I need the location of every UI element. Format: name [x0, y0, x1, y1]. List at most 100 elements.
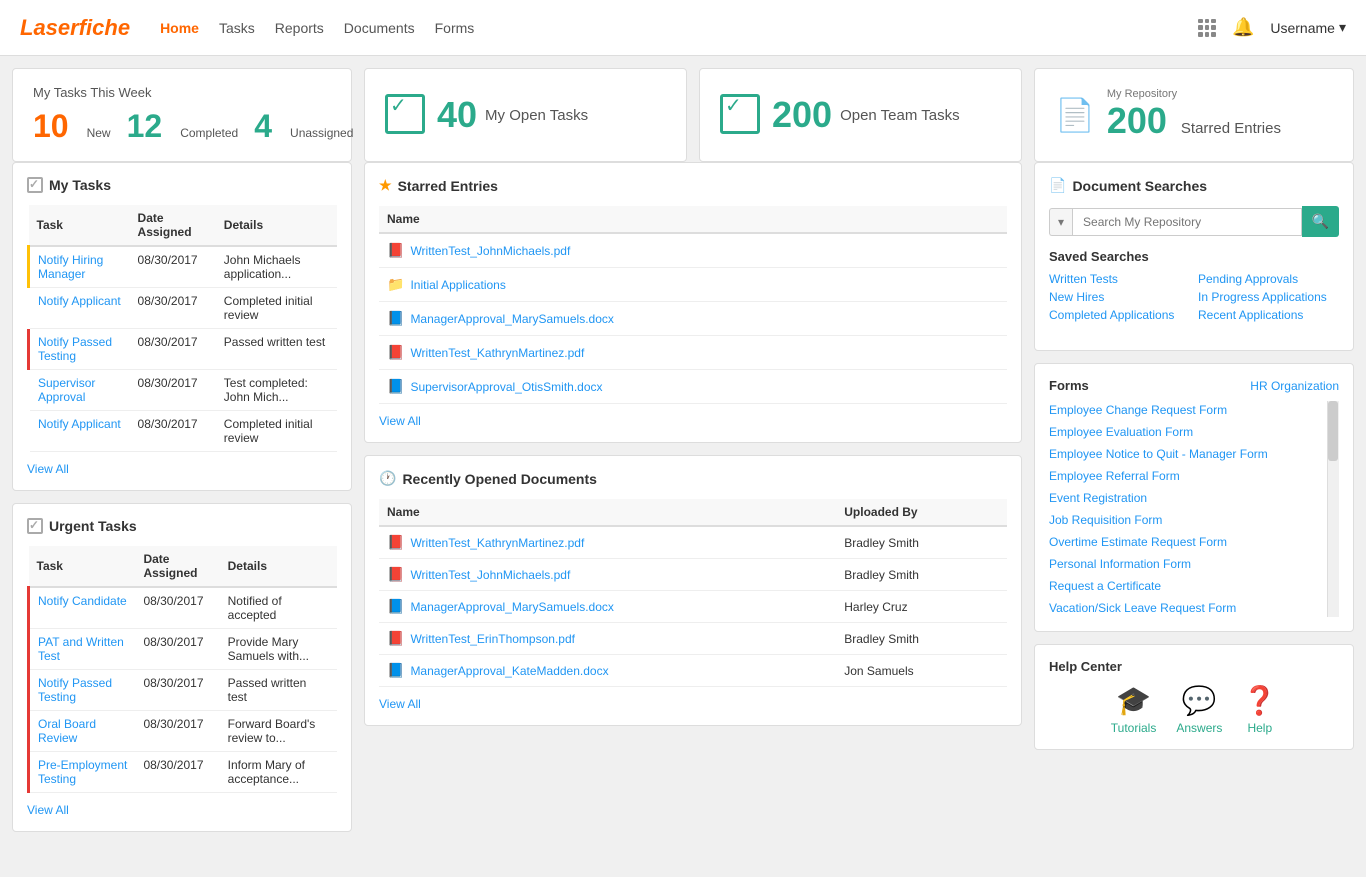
form-link[interactable]: Employee Change Request Form: [1049, 401, 1325, 419]
form-link[interactable]: Vacation/Sick Leave Request Form: [1049, 599, 1325, 617]
grid-icon[interactable]: [1198, 19, 1216, 37]
nav-home[interactable]: Home: [160, 20, 199, 36]
form-link[interactable]: Employee Evaluation Form: [1049, 423, 1325, 441]
nav-tasks[interactable]: Tasks: [219, 20, 255, 36]
recent-file-link[interactable]: 📘ManagerApproval_KateMadden.docx: [387, 662, 828, 679]
saved-search-link[interactable]: New Hires: [1049, 290, 1190, 304]
help-center-title: Help Center: [1049, 659, 1339, 674]
recent-file-link[interactable]: 📕WrittenTest_KathrynMartinez.pdf: [387, 534, 828, 551]
starred-stat-card: 📄 My Repository 200 Starred Entries: [1034, 68, 1354, 162]
starred-doc-icon: 📄: [1055, 97, 1095, 133]
task-link[interactable]: Notify Applicant: [38, 417, 121, 431]
document-searches-panel: 📄 Document Searches ▾ 🔍 Saved Searches W…: [1034, 162, 1354, 351]
task-link[interactable]: Notify Hiring Manager: [38, 253, 103, 281]
open-tasks-count: 40: [437, 94, 477, 136]
form-link[interactable]: Overtime Estimate Request Form: [1049, 533, 1325, 551]
nav-documents[interactable]: Documents: [344, 20, 415, 36]
urgent-tasks-view-all[interactable]: View All: [27, 803, 337, 817]
tutorials-help-item[interactable]: 🎓 Tutorials: [1111, 684, 1157, 735]
starred-label: Starred Entries: [1181, 120, 1281, 137]
task-link[interactable]: Pre-Employment Testing: [38, 758, 127, 786]
unassigned-count: 4: [254, 108, 272, 145]
notification-bell-icon[interactable]: 🔔: [1232, 17, 1254, 38]
search-dropdown-btn[interactable]: ▾: [1049, 208, 1072, 236]
saved-search-link[interactable]: In Progress Applications: [1198, 290, 1339, 304]
help-label: Help: [1247, 721, 1272, 735]
my-tasks-check-icon: ✓: [27, 177, 43, 193]
my-tasks-panel-title: ✓ My Tasks: [27, 177, 337, 193]
answers-help-item[interactable]: 💬 Answers: [1176, 684, 1222, 735]
form-link[interactable]: Request a Certificate: [1049, 577, 1325, 595]
middle-column: ★ Starred Entries Name 📕WrittenTest_John…: [364, 162, 1022, 832]
pdf-icon: 📕: [387, 242, 404, 259]
open-tasks-stat-card: ✓ 40 My Open Tasks: [364, 68, 687, 162]
pdf-icon: 📕: [387, 534, 404, 551]
search-input[interactable]: [1072, 208, 1302, 236]
unassigned-label: Unassigned: [290, 126, 353, 140]
nav-reports[interactable]: Reports: [275, 20, 324, 36]
my-tasks-view-all[interactable]: View All: [27, 462, 337, 476]
starred-entry-link[interactable]: 📁Initial Applications: [387, 276, 999, 293]
starred-entry-link[interactable]: 📘SupervisorApproval_OtisSmith.docx: [387, 378, 999, 395]
saved-searches-grid: Written Tests Pending Approvals New Hires I…: [1049, 272, 1339, 322]
saved-search-link[interactable]: Pending Approvals: [1198, 272, 1339, 286]
pdf-icon: 📕: [387, 630, 404, 647]
task-link[interactable]: Notify Applicant: [38, 294, 121, 308]
team-tasks-check-icon: ✓: [720, 94, 760, 134]
details-col-header: Details: [216, 205, 337, 246]
form-link[interactable]: Employee Referral Form: [1049, 467, 1325, 485]
new-label: New: [87, 126, 111, 140]
starred-entry-link[interactable]: 📕WrittenTest_JohnMichaels.pdf: [387, 242, 999, 259]
help-center-panel: Help Center 🎓 Tutorials 💬 Answers ❓ Help: [1034, 644, 1354, 750]
my-tasks-stat-title: My Tasks This Week: [33, 85, 151, 100]
recent-file-link[interactable]: 📕WrittenTest_JohnMichaels.pdf: [387, 566, 828, 583]
header-right: 🔔 Username ▾: [1198, 17, 1346, 38]
docx-icon: 📘: [387, 310, 404, 327]
saved-search-link[interactable]: Recent Applications: [1198, 308, 1339, 322]
pdf-icon: 📕: [387, 566, 404, 583]
form-link[interactable]: Employee Notice to Quit - Manager Form: [1049, 445, 1325, 463]
nav-forms[interactable]: Forms: [435, 20, 475, 36]
recent-file-link[interactable]: 📕WrittenTest_ErinThompson.pdf: [387, 630, 828, 647]
help-icons: 🎓 Tutorials 💬 Answers ❓ Help: [1049, 684, 1339, 735]
open-tasks-check-icon: ✓: [385, 94, 425, 134]
content-row: ✓ My Tasks Task Date Assigned Details No…: [12, 162, 1354, 832]
recently-opened-view-all[interactable]: View All: [379, 697, 1007, 711]
urgent-tasks-table: Task Date Assigned Details Notify Candid…: [27, 546, 337, 793]
task-link[interactable]: Notify Passed Testing: [38, 676, 112, 704]
urgent-tasks-panel-title: ✓ Urgent Tasks: [27, 518, 337, 534]
urgent-details-col-header: Details: [220, 546, 337, 587]
task-link[interactable]: Supervisor Approval: [38, 376, 95, 404]
saved-search-link[interactable]: Written Tests: [1049, 272, 1190, 286]
recently-opened-table: Name Uploaded By 📕WrittenTest_KathrynMar…: [379, 499, 1007, 687]
username-display[interactable]: Username ▾: [1270, 19, 1346, 36]
graduation-cap-icon: 🎓: [1116, 684, 1151, 717]
task-link[interactable]: Oral Board Review: [38, 717, 96, 745]
saved-searches-title: Saved Searches: [1049, 249, 1339, 264]
task-col-header: Task: [29, 205, 130, 246]
forms-scroll-wrapper: Employee Change Request Form Employee Eva…: [1049, 401, 1339, 617]
forms-scrollbar-track[interactable]: [1327, 401, 1339, 617]
forms-scrollbar-thumb[interactable]: [1328, 401, 1338, 461]
team-tasks-stat-card: ✓ 200 Open Team Tasks: [699, 68, 1022, 162]
starred-entry-link[interactable]: 📘ManagerApproval_MarySamuels.docx: [387, 310, 999, 327]
form-link[interactable]: Personal Information Form: [1049, 555, 1325, 573]
forms-list: Employee Change Request Form Employee Eva…: [1049, 401, 1339, 617]
task-link[interactable]: PAT and Written Test: [38, 635, 124, 663]
forms-org-link[interactable]: HR Organization: [1250, 379, 1339, 393]
form-link[interactable]: Job Requisition Form: [1049, 511, 1325, 529]
pdf-icon: 📕: [387, 344, 404, 361]
docx-icon: 📘: [387, 598, 404, 615]
task-link[interactable]: Notify Passed Testing: [38, 335, 112, 363]
saved-search-link[interactable]: Completed Applications: [1049, 308, 1190, 322]
starred-entry-link[interactable]: 📕WrittenTest_KathrynMartinez.pdf: [387, 344, 999, 361]
task-link[interactable]: Notify Candidate: [38, 594, 127, 608]
starred-entries-panel: ★ Starred Entries Name 📕WrittenTest_John…: [364, 162, 1022, 443]
help-help-item[interactable]: ❓ Help: [1242, 684, 1277, 735]
my-tasks-table: Task Date Assigned Details Notify Hiring…: [27, 205, 337, 452]
search-button[interactable]: 🔍: [1302, 206, 1339, 237]
recent-file-link[interactable]: 📘ManagerApproval_MarySamuels.docx: [387, 598, 828, 615]
form-link[interactable]: Event Registration: [1049, 489, 1325, 507]
logo: Laserfiche: [20, 15, 130, 41]
starred-view-all[interactable]: View All: [379, 414, 1007, 428]
